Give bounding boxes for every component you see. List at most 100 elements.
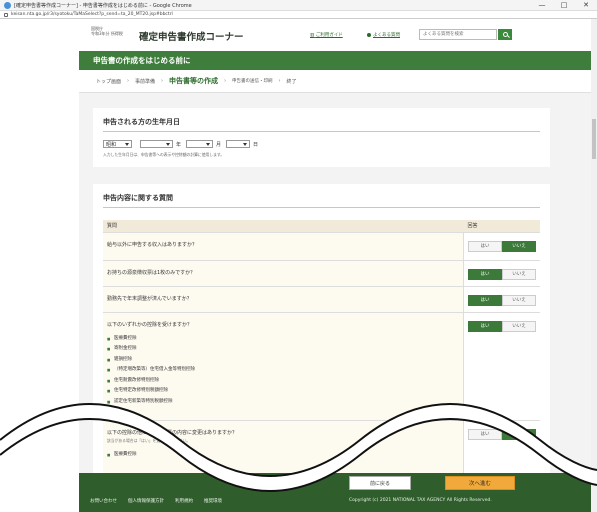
back-button[interactable]: 前に戻る — [349, 476, 411, 490]
year-select[interactable] — [140, 140, 173, 148]
no-button[interactable]: いいえ — [502, 268, 536, 280]
tax-year: 令和3年分 所得税 — [91, 31, 123, 36]
question-text: お持ちの源泉徴収票は1枚のみですか？ — [103, 260, 464, 287]
main-content: 申告される方の生年月日 昭和 年 月 日 入力した生年月日は、申告書等への表示や… — [79, 93, 591, 481]
deduction-list: 医療費控除 寄附金控除 雑損控除 （特定増改築等）住宅借入金等特別控除 住宅耐震… — [107, 334, 459, 408]
list-item: （特定増改築等）住宅借入金等特別控除 — [107, 365, 459, 376]
question-text: 給与以外に申告する収入はありますか？ — [103, 232, 464, 261]
page-title: 申告書の作成をはじめる前に — [79, 51, 591, 70]
guide-link-label: ご利用ガイド — [315, 33, 343, 38]
footer-link[interactable]: 推奨環境 — [204, 498, 222, 504]
next-button[interactable]: 次へ進む — [445, 476, 515, 490]
list-item: 住宅特定改修特別税額控除 — [107, 386, 459, 397]
minimize-button[interactable]: — — [531, 0, 553, 11]
list-item: 医療費控除 — [107, 334, 459, 345]
footer-links: お問い合わせ 個人情報保護方針 利用規約 推奨環境 — [90, 498, 233, 504]
answer-cell: はい いいえ — [463, 312, 540, 421]
yes-no-toggle: はい いいえ — [468, 428, 536, 440]
chevron-down-icon — [125, 142, 129, 146]
list-item: 認定住宅新築等特別税額控除 — [107, 397, 459, 408]
chevron-down-icon — [166, 142, 170, 146]
page: 国税庁 令和3年分 所得税 確定申告書作成コーナー ▥ ご利用ガイド よくある質… — [79, 19, 591, 512]
step-end: 終了 — [286, 78, 297, 85]
step-create: 申告書等の作成 — [169, 77, 219, 85]
yes-button[interactable]: はい — [468, 428, 502, 440]
answer-cell: はい いいえ — [463, 260, 540, 287]
table-row: 勤務先で年末調整が済んでいますか？ はい いいえ — [103, 286, 540, 313]
book-icon: ▥ — [310, 33, 315, 38]
window-title: [確定申告書等作成コーナー] - 申告書等作成をはじめる前に - Google … — [14, 2, 192, 9]
answer-cell: はい いいえ — [463, 286, 540, 313]
chevron-right-icon: › — [127, 78, 130, 84]
no-button[interactable]: いいえ — [502, 240, 536, 252]
search-button[interactable] — [498, 29, 512, 40]
search-input[interactable] — [419, 29, 497, 40]
footer-link[interactable]: お問い合わせ — [90, 498, 117, 504]
list-item: 医療費控除 — [107, 450, 459, 461]
yes-no-toggle: はい いいえ — [468, 294, 536, 306]
chevron-right-icon: › — [278, 78, 281, 84]
chevron-right-icon: › — [161, 78, 164, 84]
day-select[interactable] — [226, 140, 251, 148]
chevron-down-icon — [243, 142, 248, 146]
yes-button[interactable]: はい — [468, 240, 502, 252]
back-button-label: 前に戻る — [369, 480, 390, 487]
faq-link-label: よくある質問 — [373, 33, 400, 38]
guide-link[interactable]: ▥ ご利用ガイド — [310, 32, 343, 38]
no-button[interactable]: いいえ — [502, 294, 536, 306]
chevron-down-icon — [206, 142, 211, 146]
list-item: 住宅耐震改修特別控除 — [107, 376, 459, 387]
footer-link[interactable]: 利用規約 — [175, 498, 193, 504]
questions-table: 質問 回答 給与以外に申告する収入はありますか？ はい いいえ お持ちの源泉徴収… — [103, 220, 540, 481]
col-question: 質問 — [103, 220, 464, 233]
faq-icon — [367, 33, 371, 37]
yes-button[interactable]: はい — [468, 268, 502, 280]
window-controls: — □ ✕ — [531, 0, 597, 11]
dob-note: 入力した生年月日は、申告書等への表示や控除額の計算に使用します。 — [103, 152, 225, 157]
address-bar[interactable]: keisan.nta.go.jp/r3/syotoku/TaMaSelect?p… — [0, 11, 597, 19]
chevron-right-icon: › — [224, 78, 227, 84]
nav-buttons: 前に戻る 次へ進む — [349, 476, 515, 490]
yes-no-toggle: はい いいえ — [468, 320, 536, 332]
questions-section: 申告内容に関する質問 質問 回答 給与以外に申告する収入はありますか？ はい い… — [93, 184, 550, 481]
answer-cell: はい いいえ — [463, 420, 540, 481]
list-item: 雑損控除 — [107, 355, 459, 366]
progress-steps: トップ画面 › 事前準備 › 申告書等の作成 › 申告書の送信・印刷 › 終了 — [79, 70, 591, 93]
no-button[interactable]: いいえ — [502, 428, 536, 440]
yes-button[interactable]: はい — [468, 320, 502, 332]
footer-link[interactable]: 個人情報保護方針 — [128, 498, 164, 504]
table-row: お持ちの源泉徴収票は1枚のみですか？ はい いいえ — [103, 260, 540, 287]
dob-inputs: 昭和 年 月 日 — [103, 140, 540, 148]
step-prep: 事前準備 — [135, 78, 156, 85]
faq-link[interactable]: よくある質問 — [367, 32, 400, 38]
list-item: 寄附金控除 — [107, 344, 459, 355]
month-select[interactable] — [186, 140, 214, 148]
yes-no-toggle: はい いいえ — [468, 268, 536, 280]
no-button[interactable]: いいえ — [502, 320, 536, 332]
close-button[interactable]: ✕ — [575, 0, 597, 11]
chrome-icon — [4, 1, 11, 9]
year-unit: 年 — [176, 141, 182, 148]
agency-label: 国税庁 令和3年分 所得税 — [91, 26, 123, 36]
scrollbar-thumb[interactable] — [592, 119, 596, 159]
yes-no-toggle: はい いいえ — [468, 240, 536, 252]
search-icon — [502, 32, 508, 37]
questions-heading: 申告内容に関する質問 — [103, 193, 540, 208]
site-title[interactable]: 確定申告書作成コーナー — [139, 29, 244, 43]
yes-button[interactable]: はい — [468, 294, 502, 306]
answer-cell: はい いいえ — [463, 232, 540, 261]
browser-titlebar: [確定申告書等作成コーナー] - 申告書等作成をはじめる前に - Google … — [0, 0, 597, 11]
era-select[interactable]: 昭和 — [103, 140, 132, 148]
table-header: 質問 回答 — [103, 220, 540, 233]
step-send: 申告書の送信・印刷 — [232, 79, 273, 84]
question-text: 以下のいずれかの控除を受けますか？ — [107, 321, 193, 328]
table-row: 以下のいずれかの控除を受けますか？ 医療費控除 寄附金控除 雑損控除 （特定増改… — [103, 312, 540, 421]
next-button-label: 次へ進む — [468, 481, 491, 487]
question-text: 勤務先で年末調整が済んでいますか？ — [103, 286, 464, 313]
dob-section: 申告される方の生年月日 昭和 年 月 日 入力した生年月日は、申告書等への表示や… — [93, 108, 550, 167]
scrollbar[interactable] — [591, 19, 597, 512]
site-header: 国税庁 令和3年分 所得税 確定申告書作成コーナー ▥ ご利用ガイド よくある質… — [79, 19, 591, 49]
url-text[interactable]: keisan.nta.go.jp/r3/syotoku/TaMaSelect?p… — [11, 12, 173, 17]
col-answer: 回答 — [463, 220, 540, 233]
maximize-button[interactable]: □ — [553, 0, 575, 11]
